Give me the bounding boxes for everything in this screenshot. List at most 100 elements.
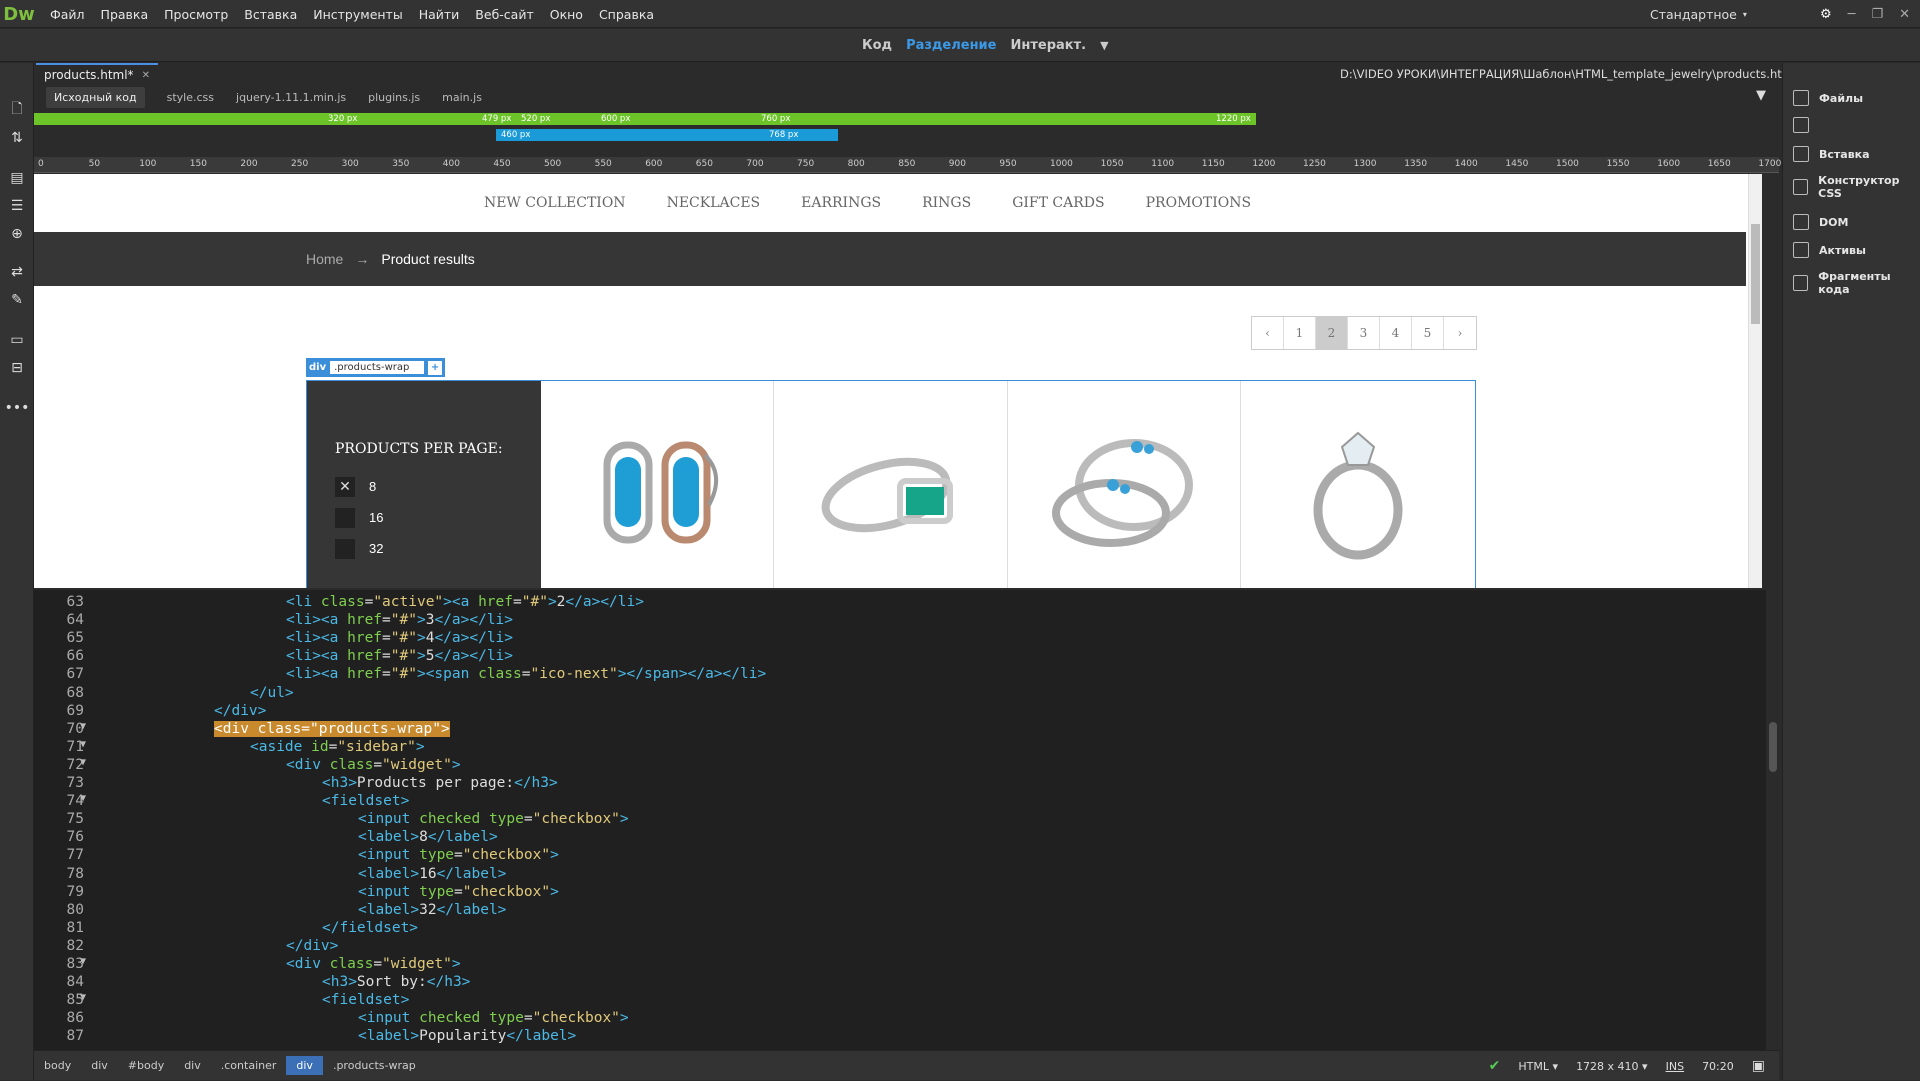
nav-necklaces[interactable]: NECKLACES bbox=[667, 195, 761, 211]
menu-view[interactable]: Просмотр bbox=[156, 7, 236, 22]
code-line[interactable]: <label>8</label> bbox=[358, 829, 498, 845]
view-live-button[interactable]: Интеракт. bbox=[1010, 38, 1086, 53]
more-icon[interactable]: ••• bbox=[5, 399, 30, 417]
code-line[interactable]: <label>Popularity</label> bbox=[358, 1028, 576, 1044]
product-emerald-ring[interactable] bbox=[774, 381, 1008, 588]
related-style-css[interactable]: style.css bbox=[167, 91, 214, 104]
close-icon[interactable]: ✕ bbox=[1899, 7, 1910, 22]
pager-page[interactable]: 5 bbox=[1412, 317, 1444, 349]
preview-icon[interactable]: ▣ bbox=[1752, 1058, 1765, 1074]
element-selector-badge[interactable]: div .products-wrap + bbox=[306, 358, 446, 377]
code-line[interactable]: </fieldset> bbox=[322, 920, 418, 936]
panel-snippets[interactable]: Фрагменты кода bbox=[1793, 270, 1920, 296]
fold-icon[interactable]: ▼ bbox=[80, 992, 86, 1003]
option-8[interactable]: ✕ 8 bbox=[335, 471, 541, 502]
product-earrings[interactable] bbox=[541, 381, 775, 588]
design-scrollbar[interactable] bbox=[1748, 174, 1762, 588]
fold-icon[interactable]: ▼ bbox=[80, 757, 86, 768]
filter-icon[interactable]: ▼ bbox=[1756, 88, 1766, 103]
tag-div[interactable]: div bbox=[174, 1056, 211, 1075]
option-16[interactable]: 16 bbox=[335, 502, 541, 533]
related-source-code[interactable]: Исходный код bbox=[46, 86, 145, 108]
menu-site[interactable]: Веб-сайт bbox=[467, 7, 541, 22]
nav-gift-cards[interactable]: GIFT CARDS bbox=[1012, 195, 1104, 211]
code-line[interactable]: <label>16</label> bbox=[358, 866, 506, 882]
checkbox[interactable] bbox=[335, 507, 355, 528]
insert-mode[interactable]: INS bbox=[1666, 1060, 1684, 1073]
code-collapse-icon[interactable]: ☰ bbox=[8, 197, 26, 215]
tag-div-active[interactable]: div bbox=[286, 1056, 323, 1075]
snippet-icon[interactable]: ⊟ bbox=[8, 359, 26, 377]
tag-div[interactable]: div bbox=[81, 1056, 118, 1075]
panel-assets[interactable]: Активы bbox=[1793, 242, 1866, 258]
restore-icon[interactable]: ❐ bbox=[1871, 7, 1883, 22]
pager-page[interactable]: 3 bbox=[1348, 317, 1380, 349]
format-source-icon[interactable]: ▤ bbox=[8, 169, 26, 187]
nav-promotions[interactable]: PROMOTIONS bbox=[1146, 195, 1251, 211]
code-line[interactable]: <div class="products-wrap"> bbox=[214, 720, 450, 737]
tag-body[interactable]: body bbox=[34, 1056, 81, 1075]
comment-icon[interactable]: ▭ bbox=[8, 331, 26, 349]
tag-products-wrap[interactable]: .products-wrap bbox=[323, 1056, 426, 1075]
menu-help[interactable]: Справка bbox=[591, 7, 662, 22]
code-line[interactable]: <input type="checkbox"> bbox=[358, 847, 559, 863]
new-file-icon[interactable]: 🗋 bbox=[8, 101, 26, 119]
related-jquery[interactable]: jquery-1.11.1.min.js bbox=[236, 91, 346, 104]
brush-icon[interactable]: ✎ bbox=[8, 291, 26, 309]
pager-next[interactable]: › bbox=[1444, 317, 1476, 349]
tag-body-id[interactable]: #body bbox=[118, 1056, 174, 1075]
pager-page[interactable]: 1 bbox=[1284, 317, 1316, 349]
file-tab[interactable]: products.html* ✕ bbox=[36, 63, 158, 85]
code-line[interactable]: <input checked type="checkbox"> bbox=[358, 1010, 629, 1026]
menu-file[interactable]: Файл bbox=[42, 7, 93, 22]
code-line[interactable]: </div> bbox=[286, 938, 338, 954]
minimize-icon[interactable]: ─ bbox=[1848, 7, 1856, 22]
code-line[interactable]: <h3>Sort by:</h3> bbox=[322, 974, 470, 990]
tag-container[interactable]: .container bbox=[211, 1056, 287, 1075]
panel-dom[interactable]: DOM bbox=[1793, 214, 1848, 230]
code-scrollbar[interactable] bbox=[1766, 590, 1780, 1050]
code-line[interactable]: <fieldset> bbox=[322, 793, 409, 809]
pager-page-active[interactable]: 2 bbox=[1316, 317, 1348, 349]
code-line[interactable]: <input checked type="checkbox"> bbox=[358, 811, 629, 827]
workspace-switcher[interactable]: Стандартное ▾ bbox=[1650, 0, 1747, 28]
selector-class[interactable]: .products-wrap bbox=[330, 361, 425, 374]
code-line[interactable]: <h3>Products per page:</h3> bbox=[322, 775, 558, 791]
panel-css-designer[interactable]: Конструктор CSS bbox=[1793, 174, 1920, 200]
nav-earrings[interactable]: EARRINGS bbox=[801, 195, 881, 211]
chevron-down-icon[interactable]: ▼ bbox=[1100, 39, 1108, 52]
fold-icon[interactable]: ▼ bbox=[80, 721, 86, 732]
code-line[interactable]: <li><a href="#">5</a></li> bbox=[286, 648, 513, 664]
code-line[interactable]: </div> bbox=[214, 703, 266, 719]
panel-files[interactable]: Файлы bbox=[1793, 90, 1863, 106]
code-line[interactable]: <div class="widget"> bbox=[286, 956, 461, 972]
media-query-green-bar[interactable] bbox=[34, 113, 1256, 125]
related-main-js[interactable]: main.js bbox=[442, 91, 482, 104]
code-line[interactable]: <li class="active"><a href="#">2</a></li… bbox=[286, 594, 644, 610]
add-class-button[interactable]: + bbox=[428, 360, 443, 375]
transfer-icon[interactable]: ⇅ bbox=[8, 129, 26, 147]
view-code-button[interactable]: Код bbox=[862, 38, 892, 53]
code-line[interactable]: <fieldset> bbox=[322, 992, 409, 1008]
checkbox[interactable] bbox=[335, 538, 355, 559]
code-line[interactable]: <label>32</label> bbox=[358, 902, 506, 918]
nav-rings[interactable]: RINGS bbox=[922, 195, 971, 211]
pager-prev[interactable]: ‹ bbox=[1252, 317, 1284, 349]
fold-icon[interactable]: ▼ bbox=[80, 739, 86, 750]
menu-find[interactable]: Найти bbox=[411, 7, 468, 22]
code-line[interactable]: <aside id="sidebar"> bbox=[250, 739, 425, 755]
code-line[interactable]: <div class="widget"> bbox=[286, 757, 461, 773]
fold-icon[interactable]: ▼ bbox=[80, 793, 86, 804]
product-ring-set[interactable] bbox=[1008, 381, 1242, 588]
code-line[interactable]: </ul> bbox=[250, 685, 294, 701]
breadcrumb-home[interactable]: Home bbox=[306, 251, 343, 267]
target-icon[interactable]: ⊕ bbox=[8, 225, 26, 243]
menu-tools[interactable]: Инструменты bbox=[305, 7, 410, 22]
fold-icon[interactable]: ▼ bbox=[80, 956, 86, 967]
code-line[interactable]: <li><a href="#">4</a></li> bbox=[286, 630, 513, 646]
wrap-tag-icon[interactable]: ⇄ bbox=[8, 263, 26, 281]
products-wrap[interactable]: PRODUCTS PER PAGE: ✕ 8 16 32 bbox=[306, 380, 1476, 588]
panel-image[interactable] bbox=[1793, 117, 1809, 133]
size-select[interactable]: 1728 x 410 ▾ bbox=[1576, 1060, 1648, 1073]
code-line[interactable]: <li><a href="#">3</a></li> bbox=[286, 612, 513, 628]
